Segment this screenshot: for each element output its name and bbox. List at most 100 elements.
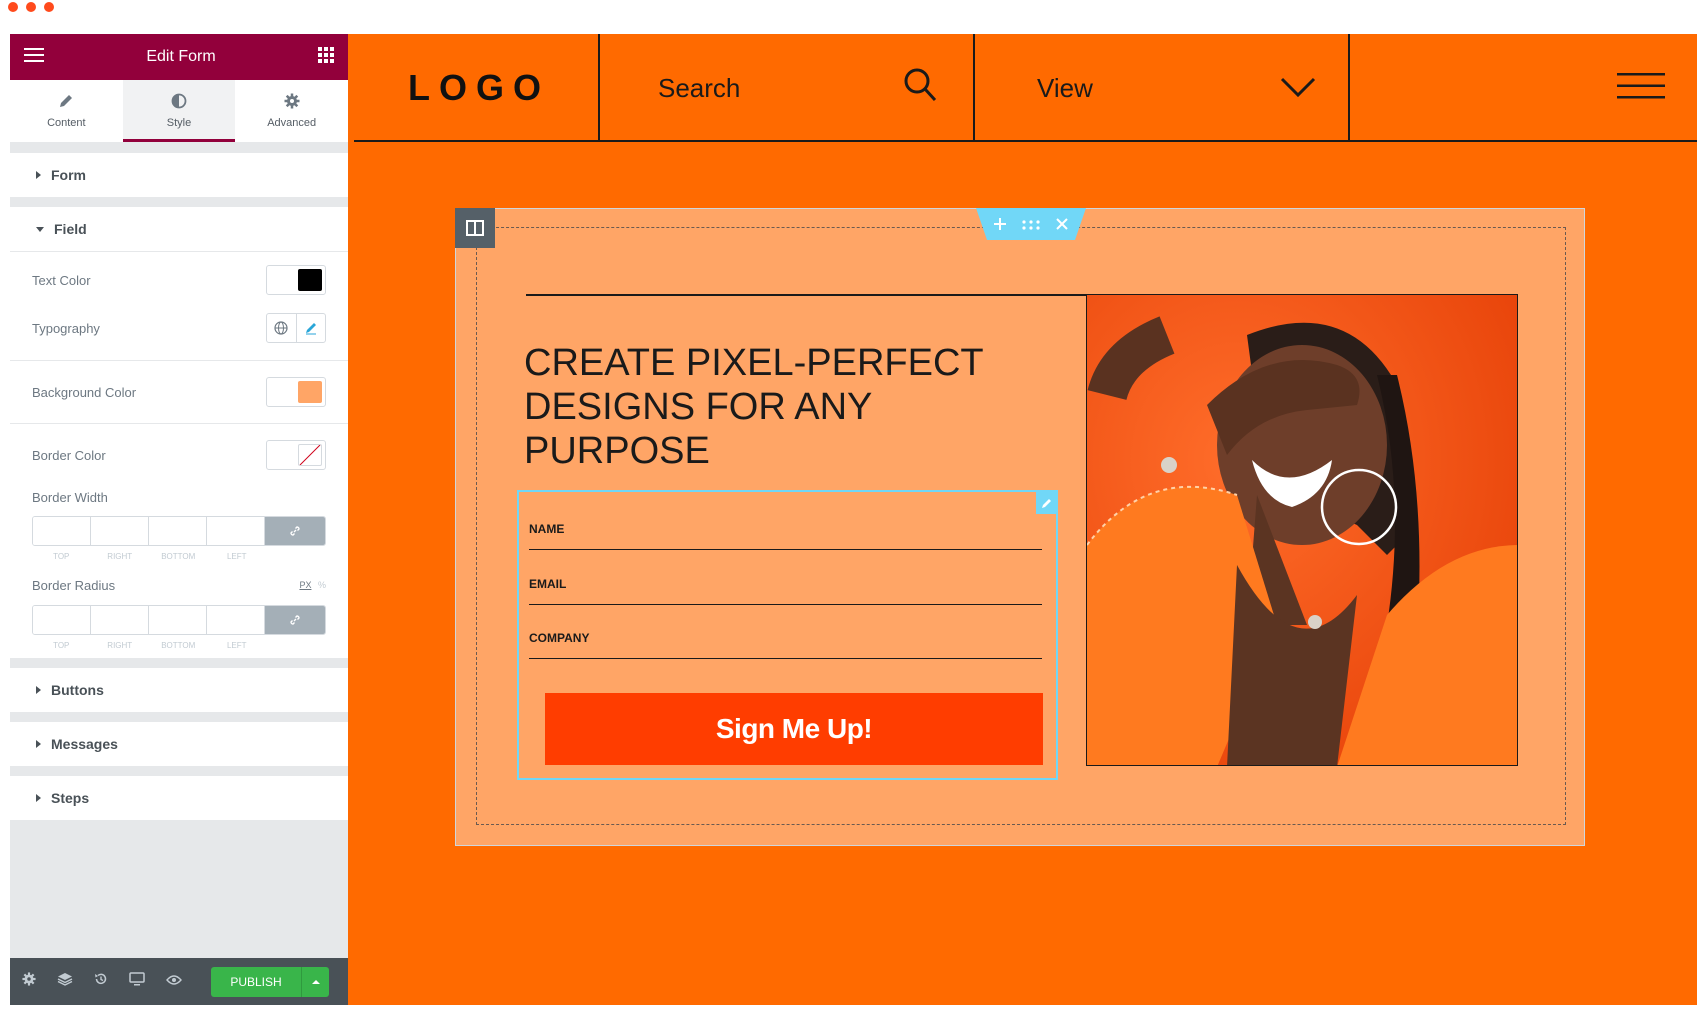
panel-tabs: Content Style Advanced (10, 80, 348, 143)
drag-handle-icon[interactable] (1022, 214, 1040, 235)
email-field-label: EMAIL (529, 577, 567, 591)
tab-content[interactable]: Content (10, 80, 123, 142)
dim-label-top: TOP (53, 641, 70, 650)
close-window-dot[interactable] (8, 2, 18, 12)
panel-footer: PUBLISH (10, 958, 348, 1005)
responsive-desktop-icon[interactable] (129, 972, 145, 991)
globe-icon[interactable] (267, 314, 297, 342)
dim-label-right: RIGHT (107, 641, 133, 650)
maximize-window-dot[interactable] (44, 2, 54, 12)
border-radius-right-input[interactable] (91, 606, 149, 634)
border-radius-top-input[interactable] (33, 606, 91, 634)
hamburger-menu-icon[interactable] (24, 47, 44, 68)
email-field[interactable]: EMAIL (529, 549, 1042, 605)
tab-style-label: Style (166, 117, 192, 129)
section-field: Field Text Color Typography Background C… (10, 207, 348, 658)
border-color-picker[interactable] (266, 440, 326, 470)
delete-section-icon[interactable] (1056, 214, 1068, 235)
caret-down-icon (36, 226, 44, 232)
dim-label-left: LEFT (226, 552, 247, 561)
background-color-swatch (298, 381, 322, 403)
hamburger-menu-icon (1617, 72, 1665, 105)
dim-label-bottom: BOTTOM (161, 641, 196, 650)
border-radius-inputs (32, 605, 326, 635)
contrast-icon (171, 93, 187, 112)
border-width-dimension-labels: TOP RIGHT BOTTOM LEFT (32, 552, 326, 561)
text-color-swatch (298, 269, 322, 291)
publish-button[interactable]: PUBLISH (211, 966, 301, 997)
text-color-label: Text Color (32, 272, 91, 288)
tab-advanced[interactable]: Advanced (235, 80, 348, 142)
gear-icon (284, 93, 300, 112)
section-form[interactable]: Form (10, 153, 348, 197)
signup-form[interactable]: NAME EMAIL COMPANY Sign Me Up! (517, 490, 1058, 780)
site-header: LOGO Search View (354, 34, 1697, 142)
view-label: View (1037, 72, 1093, 103)
hero-headline: CREATE PIXEL-PERFECT DESIGNS FOR ANY PUR… (524, 342, 983, 472)
site-search[interactable]: Search (600, 34, 975, 142)
tab-style[interactable]: Style (122, 80, 236, 142)
section-field-label: Field (54, 221, 87, 237)
minimize-window-dot[interactable] (26, 2, 36, 12)
dim-label-right: RIGHT (107, 552, 133, 561)
section-buttons[interactable]: Buttons (10, 668, 348, 712)
name-field-label: NAME (529, 522, 565, 536)
form-section-container[interactable]: CREATE PIXEL-PERFECT DESIGNS FOR ANY PUR… (455, 208, 1585, 846)
dim-label-bottom: BOTTOM (161, 552, 196, 561)
typography-label: Typography (32, 320, 100, 336)
section-messages[interactable]: Messages (10, 722, 348, 766)
unit-px-option[interactable]: PX (299, 580, 311, 590)
section-steps-label: Steps (51, 790, 90, 806)
border-radius-bottom-input[interactable] (149, 606, 207, 634)
caret-right-icon (36, 794, 41, 802)
background-color-label: Background Color (32, 384, 137, 400)
name-field[interactable]: NAME (529, 494, 1042, 550)
panel-header: Edit Form (10, 34, 348, 80)
history-icon[interactable] (94, 972, 108, 991)
layers-icon[interactable] (57, 972, 73, 991)
decorative-divider (526, 294, 1086, 296)
widgets-grid-icon[interactable] (318, 46, 334, 68)
publish-options-caret-icon[interactable] (301, 966, 329, 997)
section-field-header[interactable]: Field (10, 207, 348, 251)
sign-up-button[interactable]: Sign Me Up! (545, 693, 1043, 765)
panel-title: Edit Form (146, 48, 216, 65)
border-width-top-input[interactable] (33, 517, 91, 545)
text-color-picker[interactable] (266, 265, 326, 295)
company-field[interactable]: COMPANY (529, 603, 1042, 659)
border-color-label: Border Color (32, 447, 106, 463)
caret-right-icon (36, 686, 41, 694)
settings-gear-icon[interactable] (22, 972, 36, 991)
link-values-icon[interactable] (265, 517, 325, 545)
tab-content-label: Content (47, 117, 86, 129)
typography-control (266, 313, 326, 343)
dim-label-left: LEFT (226, 641, 247, 650)
search-icon (903, 67, 937, 110)
border-width-left-input[interactable] (207, 517, 265, 545)
chevron-down-icon (1280, 73, 1316, 104)
column-layout-icon[interactable] (455, 208, 495, 248)
unit-percent-option[interactable]: % (318, 580, 326, 590)
search-placeholder: Search (658, 72, 741, 103)
company-field-label: COMPANY (529, 631, 590, 645)
view-dropdown[interactable]: View (975, 34, 1350, 142)
section-buttons-label: Buttons (51, 682, 104, 698)
border-radius-left-input[interactable] (207, 606, 265, 634)
section-messages-label: Messages (51, 736, 118, 752)
background-color-picker[interactable] (266, 377, 326, 407)
section-steps[interactable]: Steps (10, 776, 348, 820)
dim-label-top: TOP (53, 552, 70, 561)
tab-advanced-label: Advanced (267, 117, 317, 129)
border-radius-dimension-labels: TOP RIGHT BOTTOM LEFT (32, 641, 326, 650)
site-menu[interactable] (1350, 34, 1697, 142)
add-section-icon[interactable] (994, 214, 1006, 235)
editor-panel: Edit Form Content Style Advanced Form Fi… (10, 34, 348, 1005)
link-values-icon[interactable] (265, 606, 325, 634)
border-width-bottom-input[interactable] (149, 517, 207, 545)
border-radius-label: Border Radius (32, 577, 116, 593)
border-width-right-input[interactable] (91, 517, 149, 545)
site-logo[interactable]: LOGO (354, 34, 600, 142)
caret-right-icon (36, 171, 41, 179)
preview-eye-icon[interactable] (166, 973, 182, 991)
edit-typography-icon[interactable] (297, 314, 326, 342)
